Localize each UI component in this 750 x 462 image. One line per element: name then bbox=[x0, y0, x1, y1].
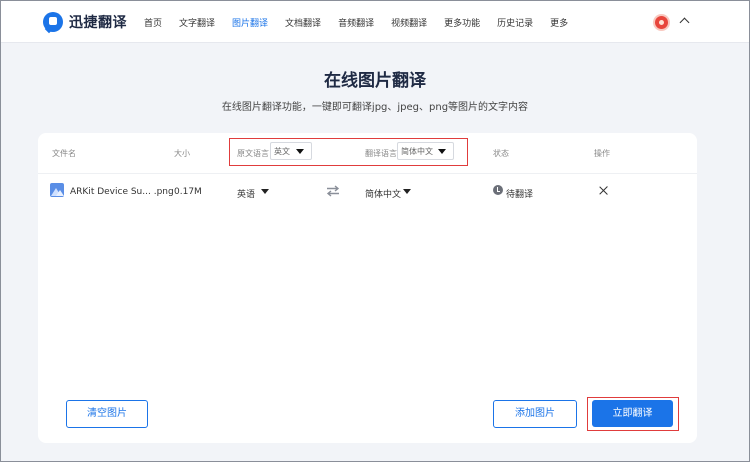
row-target-language[interactable]: 简体中文 bbox=[365, 187, 401, 200]
nav-audio-translate[interactable]: 音频翻译 bbox=[338, 16, 374, 29]
nav-history[interactable]: 历史记录 bbox=[497, 16, 533, 29]
top-navigation-bar: 迅捷翻译 首页 文字翻译 图片翻译 文档翻译 音频翻译 视频翻译 更多功能 历史… bbox=[1, 1, 749, 43]
add-image-button[interactable]: 添加图片 bbox=[493, 400, 577, 428]
close-icon[interactable] bbox=[599, 186, 608, 195]
chevron-down-icon bbox=[296, 149, 304, 154]
chevron-up-icon[interactable] bbox=[679, 17, 690, 28]
file-list-card: 文件名 大小 原文语言 英文 翻译语言 简体中文 状态 操作 ARKit Dev… bbox=[38, 133, 697, 443]
nav-document-translate[interactable]: 文档翻译 bbox=[285, 16, 321, 29]
translate-button-highlight: 立即翻译 bbox=[587, 397, 679, 431]
chevron-down-icon[interactable] bbox=[403, 189, 411, 194]
translate-now-button[interactable]: 立即翻译 bbox=[592, 400, 673, 427]
row-source-language[interactable]: 英语 bbox=[237, 187, 255, 200]
clear-images-button[interactable]: 清空图片 bbox=[66, 400, 148, 428]
swap-languages-icon[interactable] bbox=[326, 185, 340, 197]
header-file-name: 文件名 bbox=[52, 149, 76, 158]
header-target-language: 翻译语言 bbox=[365, 149, 397, 158]
nav-home[interactable]: 首页 bbox=[144, 16, 162, 29]
nav-text-translate[interactable]: 文字翻译 bbox=[179, 16, 215, 29]
nav-more-features[interactable]: 更多功能 bbox=[444, 16, 480, 29]
header-size: 大小 bbox=[174, 149, 190, 158]
file-name: ARKit Device Su... .png bbox=[70, 187, 174, 197]
header-status: 状态 bbox=[493, 149, 509, 158]
header-divider bbox=[38, 173, 697, 174]
chevron-down-icon bbox=[438, 149, 446, 154]
brand-name: 迅捷翻译 bbox=[69, 15, 127, 31]
logo[interactable]: 迅捷翻译 bbox=[43, 12, 127, 32]
nav-video-translate[interactable]: 视频翻译 bbox=[391, 16, 427, 29]
clock-icon bbox=[493, 185, 503, 195]
source-language-value: 英文 bbox=[274, 147, 290, 156]
target-language-select[interactable]: 简体中文 bbox=[397, 142, 454, 160]
main-nav: 首页 文字翻译 图片翻译 文档翻译 音频翻译 视频翻译 更多功能 历史记录 更多 bbox=[144, 1, 585, 43]
nav-image-translate[interactable]: 图片翻译 bbox=[232, 16, 268, 29]
image-file-icon bbox=[50, 183, 64, 197]
user-avatar[interactable] bbox=[653, 14, 670, 31]
page-title: 在线图片翻译 bbox=[324, 71, 426, 91]
target-language-value: 简体中文 bbox=[401, 147, 433, 156]
source-language-select[interactable]: 英文 bbox=[270, 142, 312, 160]
file-size: 0.17M bbox=[174, 187, 202, 197]
status-badge: 待翻译 bbox=[506, 190, 534, 200]
chevron-down-icon[interactable] bbox=[261, 189, 269, 194]
header-source-language: 原文语言 bbox=[237, 149, 269, 158]
page-subtitle: 在线图片翻译功能，一键即可翻译jpg、jpeg、png等图片的文字内容 bbox=[221, 102, 529, 113]
header-action: 操作 bbox=[594, 149, 610, 158]
nav-more[interactable]: 更多 bbox=[550, 16, 568, 29]
translate-logo-icon bbox=[43, 12, 63, 32]
